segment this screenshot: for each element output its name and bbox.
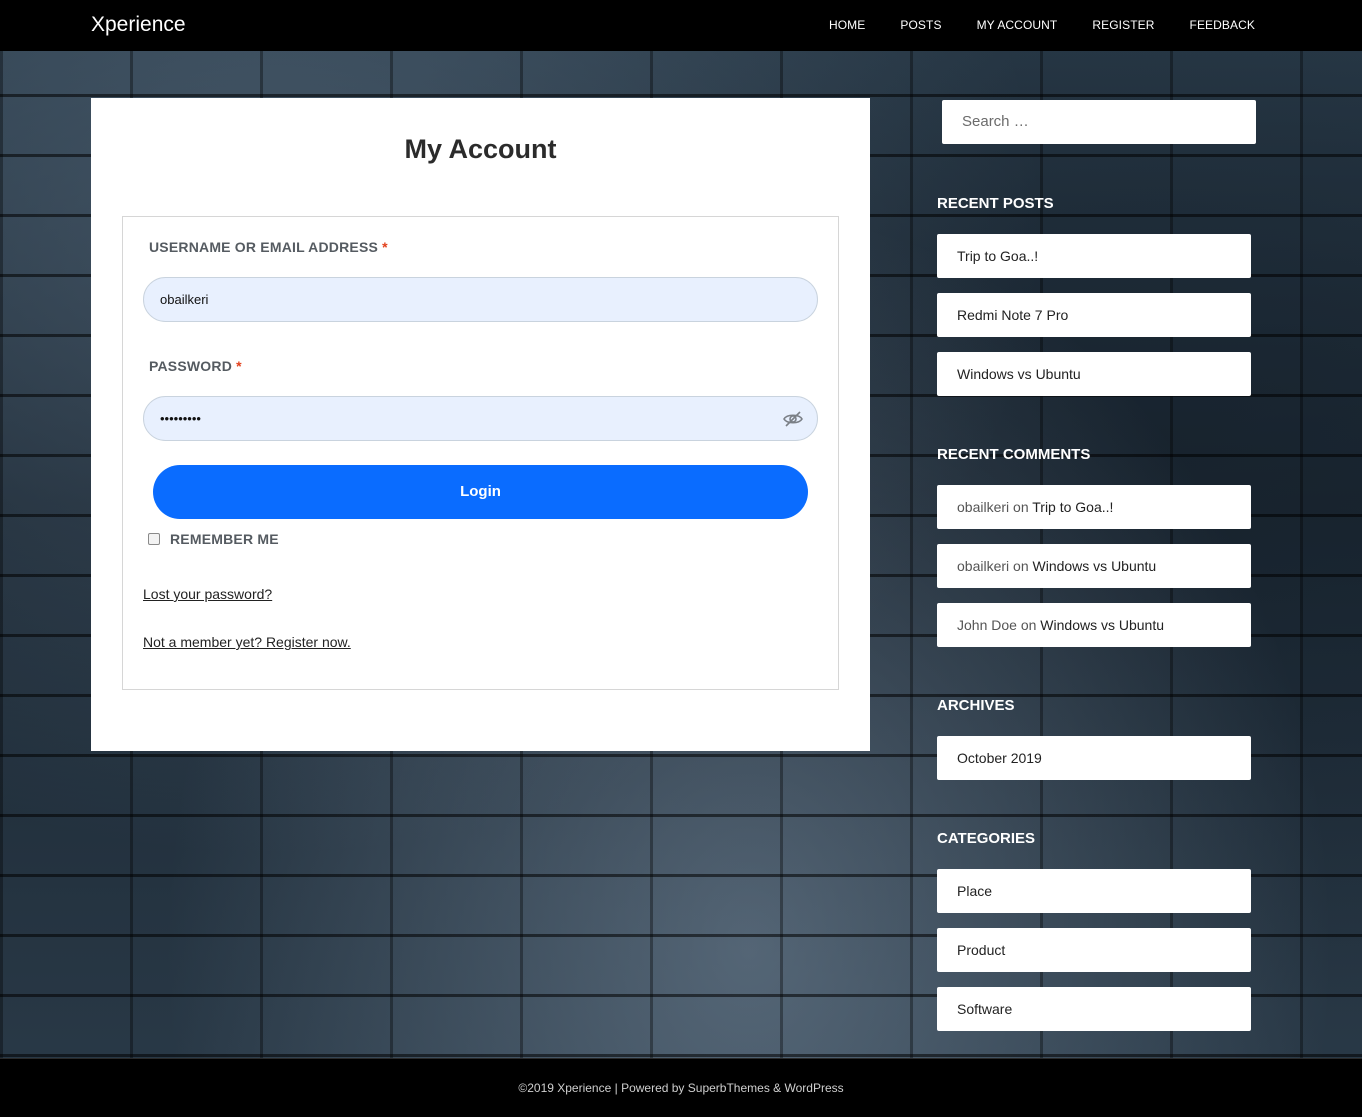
comment-author: obailkeri [957,499,1010,515]
archives-title: ARCHIVES [937,697,1015,714]
register-now-link[interactable]: Not a member yet? Register now. [143,634,351,650]
password-label: PASSWORD * [149,358,242,374]
categories-title: CATEGORIES [937,830,1036,847]
comment-on-text: on [1013,499,1029,515]
footer-credits: ©2019 Xperience | Powered by SuperbTheme… [518,1081,844,1095]
remember-me: REMEMBER ME [148,531,279,547]
comment-on-text: on [1013,558,1029,574]
comment-author: John Doe [957,617,1017,633]
password-label-text: PASSWORD [149,358,233,374]
category-item[interactable]: Product [937,928,1251,972]
recent-posts-title: RECENT POSTS [937,195,1054,212]
nav-feedback-link[interactable]: FEEDBACK [1190,18,1255,32]
comment-author: obailkeri [957,558,1010,574]
recent-comment-item: obailkeri on Windows vs Ubuntu [937,544,1251,588]
site-brand[interactable]: Xperience [91,13,186,37]
archive-item[interactable]: October 2019 [937,736,1251,780]
comment-post-link[interactable]: Trip to Goa..! [1032,499,1113,515]
password-input[interactable]: ••••••••• [143,396,818,441]
username-label-text: USERNAME OR EMAIL ADDRESS [149,239,379,255]
comment-post-link[interactable]: Windows vs Ubuntu [1033,558,1157,574]
required-mark: * [236,358,242,374]
nav-my-account-link[interactable]: MY ACCOUNT [977,18,1058,32]
remember-me-checkbox[interactable] [148,533,160,545]
comment-post-link[interactable]: Windows vs Ubuntu [1040,617,1164,633]
main-nav: HOME POSTS MY ACCOUNT REGISTER FEEDBACK [794,18,1255,32]
username-label: USERNAME OR EMAIL ADDRESS * [149,239,388,255]
hide-password-icon[interactable] [783,410,803,428]
recent-comments-title: RECENT COMMENTS [937,446,1091,463]
recent-post-item[interactable]: Redmi Note 7 Pro [937,293,1251,337]
remember-me-label[interactable]: REMEMBER ME [170,531,279,547]
recent-comment-item: John Doe on Windows vs Ubuntu [937,603,1251,647]
username-input[interactable]: obailkeri [143,277,818,322]
password-value: ••••••••• [160,411,201,426]
category-item[interactable]: Software [937,987,1251,1031]
recent-comment-item: obailkeri on Trip to Goa..! [937,485,1251,529]
recent-post-item[interactable]: Trip to Goa..! [937,234,1251,278]
nav-home-link[interactable]: HOME [829,18,865,32]
category-item[interactable]: Place [937,869,1251,913]
recent-post-item[interactable]: Windows vs Ubuntu [937,352,1251,396]
comment-on-text: on [1020,617,1037,633]
nav-register-link[interactable]: REGISTER [1092,18,1154,32]
account-card: My Account USERNAME OR EMAIL ADDRESS * o… [91,98,870,751]
login-form: USERNAME OR EMAIL ADDRESS * obailkeri PA… [122,216,839,690]
search-input[interactable]: Search … [942,100,1256,144]
top-navbar: Xperience HOME POSTS MY ACCOUNT REGISTER… [0,0,1362,51]
site-footer: ©2019 Xperience | Powered by SuperbTheme… [0,1058,1362,1117]
lost-password-link[interactable]: Lost your password? [143,586,272,602]
nav-posts-link[interactable]: POSTS [900,18,941,32]
required-mark: * [382,239,388,255]
login-button[interactable]: Login [153,465,808,519]
page-title: My Account [404,134,557,164]
